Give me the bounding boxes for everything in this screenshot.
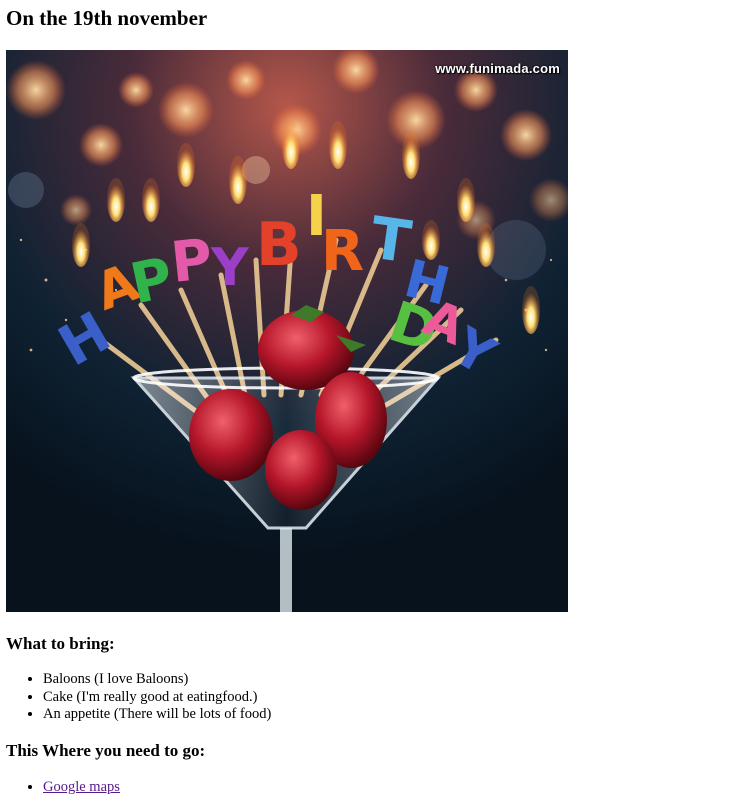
birthday-photo: H A P P Y B I R T H D A Y www.funimada.c…	[6, 50, 568, 612]
where-to-go-heading: This Where you need to go:	[6, 741, 206, 760]
svg-text:Y: Y	[210, 238, 250, 298]
svg-text:B: B	[256, 210, 302, 280]
svg-text:R: R	[321, 219, 364, 284]
svg-text:P: P	[168, 227, 216, 296]
where-list: Google maps	[0, 779, 120, 797]
list-item: Cake (I'm really good at eatingfood.)	[43, 689, 271, 707]
list-item: An appetite (There will be lots of food)	[43, 706, 271, 724]
watermark-text: www.funimada.com	[435, 61, 560, 76]
list-item: Baloons (I love Baloons)	[43, 671, 271, 689]
google-maps-link[interactable]: Google maps	[43, 779, 120, 795]
list-item: Google maps	[43, 779, 120, 797]
birthday-photo-illustration: H A P P Y B I R T H D A Y	[6, 50, 568, 612]
bring-list: Baloons (I love Baloons) Cake (I'm reall…	[0, 671, 271, 724]
page-title: On the 19th november	[6, 6, 208, 30]
what-to-bring-heading: What to bring:	[6, 634, 115, 653]
